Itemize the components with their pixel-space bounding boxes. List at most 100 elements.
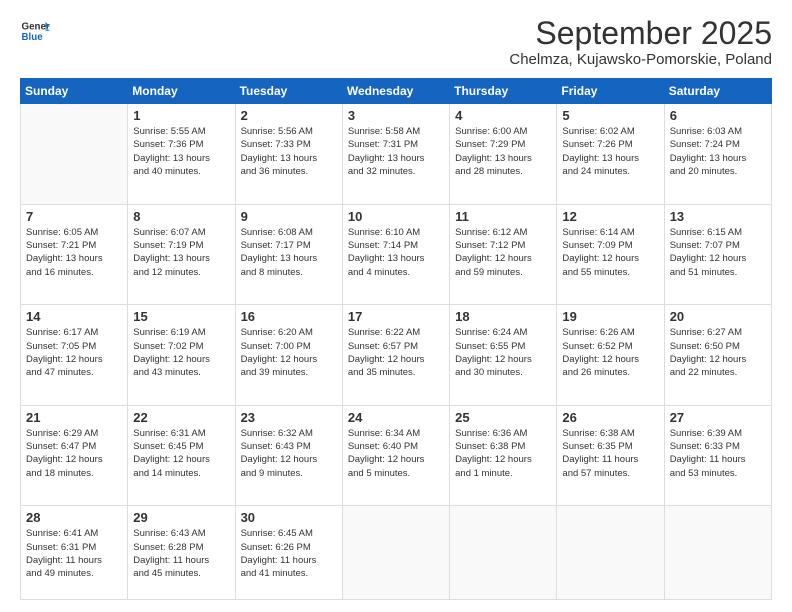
day-number: 29 (133, 510, 229, 525)
day-number: 11 (455, 209, 551, 224)
col-friday: Friday (557, 79, 664, 104)
day-cell (450, 506, 557, 600)
month-title: September 2025 (509, 16, 772, 51)
day-info: Sunrise: 6:41 AM Sunset: 6:31 PM Dayligh… (26, 527, 122, 580)
day-info: Sunrise: 6:15 AM Sunset: 7:07 PM Dayligh… (670, 226, 766, 279)
col-tuesday: Tuesday (235, 79, 342, 104)
day-info: Sunrise: 6:02 AM Sunset: 7:26 PM Dayligh… (562, 125, 658, 178)
day-info: Sunrise: 6:39 AM Sunset: 6:33 PM Dayligh… (670, 427, 766, 480)
day-cell: 14 Sunrise: 6:17 AM Sunset: 7:05 PM Dayli… (21, 305, 128, 406)
day-cell: 20 Sunrise: 6:27 AM Sunset: 6:50 PM Dayli… (664, 305, 771, 406)
day-number: 6 (670, 108, 766, 123)
day-cell (21, 104, 128, 205)
day-cell: 30 Sunrise: 6:45 AM Sunset: 6:26 PM Dayli… (235, 506, 342, 600)
day-info: Sunrise: 6:31 AM Sunset: 6:45 PM Dayligh… (133, 427, 229, 480)
day-info: Sunrise: 6:19 AM Sunset: 7:02 PM Dayligh… (133, 326, 229, 379)
day-info: Sunrise: 6:45 AM Sunset: 6:26 PM Dayligh… (241, 527, 337, 580)
day-cell: 1 Sunrise: 5:55 AM Sunset: 7:36 PM Daylig… (128, 104, 235, 205)
day-number: 22 (133, 410, 229, 425)
day-info: Sunrise: 6:20 AM Sunset: 7:00 PM Dayligh… (241, 326, 337, 379)
col-wednesday: Wednesday (342, 79, 449, 104)
day-cell: 29 Sunrise: 6:43 AM Sunset: 6:28 PM Dayli… (128, 506, 235, 600)
day-cell: 25 Sunrise: 6:36 AM Sunset: 6:38 PM Dayli… (450, 405, 557, 506)
day-number: 13 (670, 209, 766, 224)
day-number: 9 (241, 209, 337, 224)
day-number: 28 (26, 510, 122, 525)
week-row-3: 14 Sunrise: 6:17 AM Sunset: 7:05 PM Dayli… (21, 305, 772, 406)
day-number: 30 (241, 510, 337, 525)
header-row: Sunday Monday Tuesday Wednesday Thursday… (21, 79, 772, 104)
day-number: 20 (670, 309, 766, 324)
day-cell: 24 Sunrise: 6:34 AM Sunset: 6:40 PM Dayli… (342, 405, 449, 506)
day-info: Sunrise: 6:00 AM Sunset: 7:29 PM Dayligh… (455, 125, 551, 178)
day-number: 2 (241, 108, 337, 123)
calendar-table: Sunday Monday Tuesday Wednesday Thursday… (20, 78, 772, 600)
day-cell: 22 Sunrise: 6:31 AM Sunset: 6:45 PM Dayli… (128, 405, 235, 506)
day-number: 27 (670, 410, 766, 425)
col-saturday: Saturday (664, 79, 771, 104)
day-cell (342, 506, 449, 600)
day-cell: 28 Sunrise: 6:41 AM Sunset: 6:31 PM Dayli… (21, 506, 128, 600)
day-number: 12 (562, 209, 658, 224)
day-info: Sunrise: 6:14 AM Sunset: 7:09 PM Dayligh… (562, 226, 658, 279)
day-cell: 7Sunrise: 6:05 AM Sunset: 7:21 PM Daylig… (21, 204, 128, 305)
day-number: 14 (26, 309, 122, 324)
day-info: Sunrise: 6:26 AM Sunset: 6:52 PM Dayligh… (562, 326, 658, 379)
day-info: Sunrise: 6:34 AM Sunset: 6:40 PM Dayligh… (348, 427, 444, 480)
day-info: Sunrise: 6:43 AM Sunset: 6:28 PM Dayligh… (133, 527, 229, 580)
day-cell: 3Sunrise: 5:58 AM Sunset: 7:31 PM Daylig… (342, 104, 449, 205)
day-cell (664, 506, 771, 600)
day-info: Sunrise: 5:56 AM Sunset: 7:33 PM Dayligh… (241, 125, 337, 178)
day-cell: 2 Sunrise: 5:56 AM Sunset: 7:33 PM Daylig… (235, 104, 342, 205)
day-number: 25 (455, 410, 551, 425)
day-cell: 12 Sunrise: 6:14 AM Sunset: 7:09 PM Dayli… (557, 204, 664, 305)
day-cell: 5 Sunrise: 6:02 AM Sunset: 7:26 PM Daylig… (557, 104, 664, 205)
day-number: 4 (455, 108, 551, 123)
title-section: September 2025 Chelmza, Kujawsko-Pomorsk… (509, 16, 772, 68)
day-cell: 16Sunrise: 6:20 AM Sunset: 7:00 PM Dayli… (235, 305, 342, 406)
logo: General Blue (20, 16, 54, 46)
day-cell: 10 Sunrise: 6:10 AM Sunset: 7:14 PM Dayli… (342, 204, 449, 305)
day-number: 10 (348, 209, 444, 224)
day-cell: 17Sunrise: 6:22 AM Sunset: 6:57 PM Dayli… (342, 305, 449, 406)
day-number: 5 (562, 108, 658, 123)
week-row-4: 21Sunrise: 6:29 AM Sunset: 6:47 PM Dayli… (21, 405, 772, 506)
day-info: Sunrise: 5:55 AM Sunset: 7:36 PM Dayligh… (133, 125, 229, 178)
day-number: 8 (133, 209, 229, 224)
day-number: 26 (562, 410, 658, 425)
day-number: 1 (133, 108, 229, 123)
day-info: Sunrise: 6:17 AM Sunset: 7:05 PM Dayligh… (26, 326, 122, 379)
day-cell: 13 Sunrise: 6:15 AM Sunset: 7:07 PM Dayli… (664, 204, 771, 305)
day-cell: 8 Sunrise: 6:07 AM Sunset: 7:19 PM Daylig… (128, 204, 235, 305)
day-number: 19 (562, 309, 658, 324)
day-info: Sunrise: 6:10 AM Sunset: 7:14 PM Dayligh… (348, 226, 444, 279)
page: General Blue September 2025 Chelmza, Kuj… (0, 0, 792, 612)
week-row-2: 7Sunrise: 6:05 AM Sunset: 7:21 PM Daylig… (21, 204, 772, 305)
location-title: Chelmza, Kujawsko-Pomorskie, Poland (509, 51, 772, 68)
col-sunday: Sunday (21, 79, 128, 104)
header: General Blue September 2025 Chelmza, Kuj… (20, 16, 772, 68)
day-cell: 15Sunrise: 6:19 AM Sunset: 7:02 PM Dayli… (128, 305, 235, 406)
day-info: Sunrise: 6:38 AM Sunset: 6:35 PM Dayligh… (562, 427, 658, 480)
day-cell (557, 506, 664, 600)
svg-text:Blue: Blue (22, 32, 44, 43)
day-cell: 19 Sunrise: 6:26 AM Sunset: 6:52 PM Dayli… (557, 305, 664, 406)
week-row-1: 1 Sunrise: 5:55 AM Sunset: 7:36 PM Daylig… (21, 104, 772, 205)
col-monday: Monday (128, 79, 235, 104)
day-info: Sunrise: 6:07 AM Sunset: 7:19 PM Dayligh… (133, 226, 229, 279)
day-cell: 4 Sunrise: 6:00 AM Sunset: 7:29 PM Daylig… (450, 104, 557, 205)
day-cell: 18Sunrise: 6:24 AM Sunset: 6:55 PM Dayli… (450, 305, 557, 406)
day-info: Sunrise: 6:22 AM Sunset: 6:57 PM Dayligh… (348, 326, 444, 379)
day-info: Sunrise: 6:27 AM Sunset: 6:50 PM Dayligh… (670, 326, 766, 379)
day-number: 7 (26, 209, 122, 224)
day-number: 3 (348, 108, 444, 123)
day-cell: 9 Sunrise: 6:08 AM Sunset: 7:17 PM Daylig… (235, 204, 342, 305)
day-info: Sunrise: 6:08 AM Sunset: 7:17 PM Dayligh… (241, 226, 337, 279)
day-number: 24 (348, 410, 444, 425)
day-number: 18 (455, 309, 551, 324)
day-number: 23 (241, 410, 337, 425)
day-info: Sunrise: 6:29 AM Sunset: 6:47 PM Dayligh… (26, 427, 122, 480)
logo-icon: General Blue (20, 16, 50, 46)
col-thursday: Thursday (450, 79, 557, 104)
day-info: Sunrise: 6:36 AM Sunset: 6:38 PM Dayligh… (455, 427, 551, 480)
